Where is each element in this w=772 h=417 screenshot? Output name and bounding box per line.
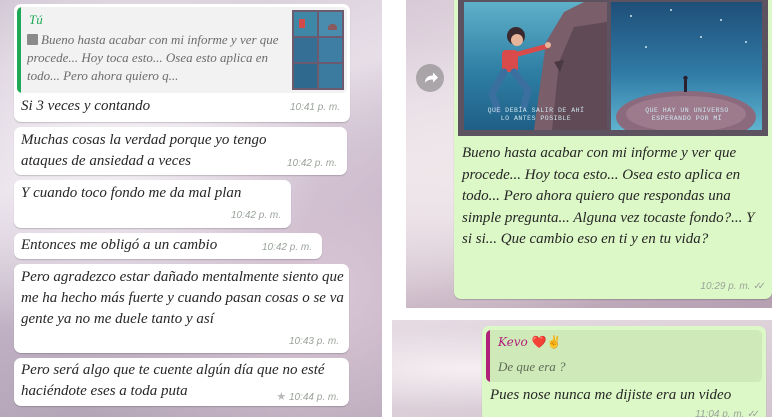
quote-accent-bar bbox=[17, 7, 21, 93]
message-bubble[interactable]: Pero será algo que te cuente algún día q… bbox=[14, 358, 349, 406]
star-icon: ★ bbox=[276, 391, 287, 403]
message-bubble[interactable]: Y cuando toco fondo me da mal plan 10:42… bbox=[14, 180, 291, 228]
quoted-message[interactable]: Kevo ❤️✌️ De que era ? bbox=[486, 330, 762, 382]
message-time: 10:41 p. m. bbox=[289, 102, 340, 113]
comic-panel-2: QUE HAY UN UNIVERSO ESPERANDO POR MÍ bbox=[611, 2, 762, 130]
message-text: Pues nose nunca me dijiste era un video bbox=[490, 387, 732, 403]
quoted-message[interactable]: Tú Bueno hasta acabar con mi informe y v… bbox=[17, 7, 347, 93]
quoted-author: Kevo ❤️✌️ bbox=[498, 335, 561, 349]
chat-screenshot-left: Tú Bueno hasta acabar con mi informe y v… bbox=[0, 0, 382, 417]
read-ticks-icon: ✓✓ bbox=[747, 409, 760, 417]
message-text: Entonces me obligó a un cambio bbox=[21, 237, 218, 253]
quoted-text: De que era ? bbox=[498, 359, 566, 374]
message-time: 10:42 p. m. bbox=[230, 210, 281, 221]
message-time: 10:43 p. m. bbox=[288, 336, 339, 347]
comic-caption-1: QUE DEBÍA SALIR DE AHÍ LO ANTES POSIBLE bbox=[487, 107, 585, 122]
message-bubble[interactable]: Pero agradezco estar dañado mentalmente … bbox=[14, 264, 349, 353]
message-time: ★ 10:44 p. m. bbox=[276, 390, 339, 403]
comic-caption-2: QUE HAY UN UNIVERSO ESPERANDO POR MÍ bbox=[645, 107, 729, 122]
message-bubble[interactable]: Muchas cosas la verdad porque yo tengo a… bbox=[14, 127, 347, 175]
message-time-value: 10:29 p. m. bbox=[700, 281, 751, 292]
message-bubble[interactable]: Entonces me obligó a un cambio 10:42 p. … bbox=[14, 233, 322, 259]
message-time-value: 11:04 p. m. bbox=[695, 409, 745, 417]
chat-screenshot-right-bottom: Kevo ❤️✌️ De que era ? Pues nose nunca m… bbox=[392, 320, 772, 417]
image-message-bubble[interactable]: QUE DEBÍA SALIR DE AHÍ LO ANTES POSIBLE … bbox=[454, 0, 772, 299]
quote-accent-bar bbox=[486, 330, 490, 382]
reply-message-bubble[interactable]: Tú Bueno hasta acabar con mi informe y v… bbox=[14, 4, 350, 122]
forward-icon bbox=[425, 72, 438, 83]
message-time-value: 10:44 p. m. bbox=[288, 392, 339, 403]
quoted-author-name: Kevo bbox=[498, 335, 528, 349]
quoted-text-content: Bueno hasta acabar con mi informe y ver … bbox=[27, 32, 279, 83]
quoted-author: Tú bbox=[29, 12, 43, 27]
message-text: Si 3 veces y contando bbox=[21, 98, 151, 114]
message-text: Bueno hasta acabar con mi informe y ver … bbox=[462, 145, 755, 247]
message-text: Y cuando toco fondo me da mal plan bbox=[21, 185, 242, 201]
message-time: 10:42 p. m. bbox=[261, 242, 312, 253]
image-icon bbox=[27, 34, 38, 45]
comic-panel-1: QUE DEBÍA SALIR DE AHÍ LO ANTES POSIBLE bbox=[464, 2, 607, 130]
reply-message-bubble[interactable]: Kevo ❤️✌️ De que era ? Pues nose nunca m… bbox=[482, 326, 766, 417]
chat-screenshot-right-top: QUE DEBÍA SALIR DE AHÍ LO ANTES POSIBLE … bbox=[406, 0, 772, 308]
quoted-image-thumbnail bbox=[292, 10, 344, 90]
message-text: Pero agradezco estar dañado mentalmente … bbox=[21, 269, 344, 327]
forward-button[interactable] bbox=[416, 64, 444, 92]
quoted-author-emojis: ❤️✌️ bbox=[531, 335, 562, 349]
read-ticks-icon: ✓✓ bbox=[753, 281, 766, 292]
message-text: Muchas cosas la verdad porque yo tengo a… bbox=[21, 132, 267, 169]
message-time: 10:29 p. m. ✓✓ bbox=[700, 281, 766, 292]
message-time: 10:42 p. m. bbox=[286, 158, 337, 169]
quoted-text: Bueno hasta acabar con mi informe y ver … bbox=[27, 31, 289, 87]
comic-image[interactable]: QUE DEBÍA SALIR DE AHÍ LO ANTES POSIBLE … bbox=[458, 0, 768, 136]
message-time: 11:04 p. m. ✓✓ bbox=[695, 409, 760, 417]
